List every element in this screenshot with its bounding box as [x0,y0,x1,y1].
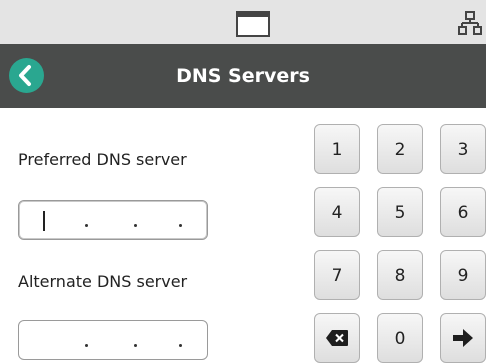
page-title: DNS Servers [176,65,310,87]
right-arrow-icon [453,329,473,347]
key-8[interactable]: 8 [377,250,423,300]
preferred-dns-input[interactable] [18,200,208,240]
key-5[interactable]: 5 [377,187,423,237]
key-3[interactable]: 3 [440,124,486,174]
backspace-key[interactable] [314,313,360,363]
ip-separator [179,344,182,347]
network-icon [458,11,482,35]
key-6[interactable]: 6 [440,187,486,237]
key-4[interactable]: 4 [314,187,360,237]
window-icon [236,11,270,37]
back-button[interactable] [9,58,44,93]
key-2[interactable]: 2 [377,124,423,174]
ip-separator [179,224,182,227]
back-arrow-icon [19,65,31,86]
ip-separator [134,224,137,227]
key-0[interactable]: 0 [377,313,423,363]
backspace-icon [326,330,348,346]
ip-separator [134,344,137,347]
ip-separator [85,344,88,347]
key-7[interactable]: 7 [314,250,360,300]
key-9[interactable]: 9 [440,250,486,300]
status-bar [0,0,486,44]
key-1[interactable]: 1 [314,124,360,174]
preferred-dns-label: Preferred DNS server [18,150,187,169]
alternate-dns-input[interactable] [18,320,208,360]
next-key[interactable] [440,313,486,363]
alternate-dns-label: Alternate DNS server [18,272,188,291]
ip-separator [85,224,88,227]
text-caret [43,211,45,231]
header-bar: DNS Servers [0,44,486,108]
